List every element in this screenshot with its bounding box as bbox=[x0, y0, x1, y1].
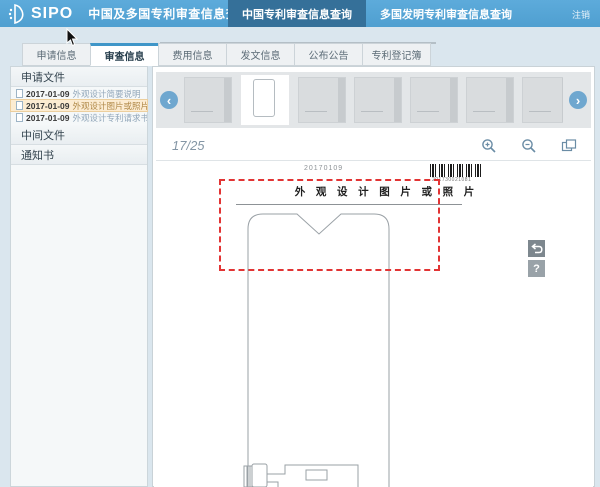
tab-examination-info[interactable]: 审查信息 bbox=[90, 43, 159, 66]
thumbnail-strip: ‹ › bbox=[156, 72, 591, 128]
top-nav: 中国专利审查信息查询 多国发明专利审查信息查询 bbox=[228, 0, 526, 27]
thumbnail-list bbox=[184, 74, 563, 126]
tab-issued-docs-info[interactable]: 发文信息 bbox=[226, 43, 295, 66]
file-item-design-images[interactable]: 2017-01-09 外观设计图片或照片 bbox=[11, 100, 147, 111]
return-button[interactable] bbox=[528, 240, 545, 257]
file-icon bbox=[16, 89, 23, 98]
file-name: 外观设计图片或照片 bbox=[72, 100, 147, 111]
page-thumbnail[interactable] bbox=[522, 77, 563, 123]
file-date: 2017-01-09 bbox=[26, 101, 69, 111]
prev-page-icon[interactable]: ‹ bbox=[160, 91, 178, 109]
return-arrow-icon bbox=[531, 243, 543, 254]
patent-query-app: SIPO 中国及多国专利审查信息查询 中国专利审查信息查询 多国发明专利审查信息… bbox=[0, 0, 600, 487]
zoom-in-icon[interactable] bbox=[481, 138, 497, 154]
section-intermediate-files[interactable]: 中间文件 bbox=[11, 125, 147, 145]
file-name: 外观设计简要说明 bbox=[72, 88, 140, 99]
file-icon bbox=[16, 113, 23, 122]
app-header: SIPO 中国及多国专利审查信息查询 中国专利审查信息查询 多国发明专利审查信息… bbox=[0, 0, 600, 27]
tab-fee-info[interactable]: 费用信息 bbox=[158, 43, 227, 66]
next-page-icon[interactable]: › bbox=[569, 91, 587, 109]
tabbar: 申请信息 审查信息 费用信息 发文信息 公布公告 专利登记簿 bbox=[22, 43, 430, 66]
file-icon bbox=[16, 101, 23, 110]
logout-link[interactable]: 注销 bbox=[572, 8, 590, 21]
file-item-patent-request[interactable]: 2017-01-09 外观设计专利请求书 bbox=[11, 112, 147, 123]
logo-text: SIPO bbox=[31, 5, 73, 23]
document-sidebar: 申请文件 2017-01-09 外观设计简要说明 2017-01-09 外观设计… bbox=[10, 66, 148, 487]
zoom-out-icon[interactable] bbox=[521, 138, 537, 154]
page-thumbnail[interactable] bbox=[466, 77, 514, 123]
page-indicator: 17/25 bbox=[172, 138, 205, 153]
tab-publication-info[interactable]: 公布公告 bbox=[294, 43, 363, 66]
app-title: 中国及多国专利审查信息查询 bbox=[88, 5, 251, 22]
sipo-logo: SIPO 中国及多国专利审查信息查询 bbox=[0, 4, 251, 24]
file-name: 外观设计专利请求书 bbox=[72, 112, 147, 123]
file-item-brief-description[interactable]: 2017-01-09 外观设计简要说明 bbox=[11, 88, 147, 99]
page-thumbnail-selected[interactable] bbox=[240, 74, 290, 126]
sipo-logo-icon bbox=[8, 4, 26, 24]
document-page: 20170109 201730021081 外 观 设 计 图 片 或 照 片 bbox=[154, 162, 593, 487]
page-thumbnail[interactable] bbox=[298, 77, 346, 123]
help-button[interactable]: ? bbox=[528, 260, 545, 277]
toolbar-icons bbox=[481, 138, 577, 154]
tab-application-info[interactable]: 申请信息 bbox=[22, 43, 91, 66]
section-application-files[interactable]: 申请文件 bbox=[11, 67, 147, 87]
nav-china-patent-query[interactable]: 中国专利审查信息查询 bbox=[228, 0, 366, 27]
open-new-window-icon[interactable] bbox=[561, 138, 577, 154]
selection-annotation bbox=[219, 179, 440, 271]
viewer-toolbar: 17/25 bbox=[156, 131, 591, 161]
page-thumbnail[interactable] bbox=[184, 77, 232, 123]
page-thumbnail[interactable] bbox=[354, 77, 402, 123]
file-date: 2017-01-09 bbox=[26, 113, 69, 123]
page-thumbnail[interactable] bbox=[410, 77, 458, 123]
section-notifications[interactable]: 通知书 bbox=[11, 145, 147, 165]
tab-patent-register[interactable]: 专利登记簿 bbox=[362, 43, 431, 66]
nav-multi-country-query[interactable]: 多国发明专利审查信息查询 bbox=[366, 0, 526, 27]
file-date: 2017-01-09 bbox=[26, 89, 69, 99]
viewer-panel: ‹ › 17/25 bbox=[152, 66, 595, 487]
